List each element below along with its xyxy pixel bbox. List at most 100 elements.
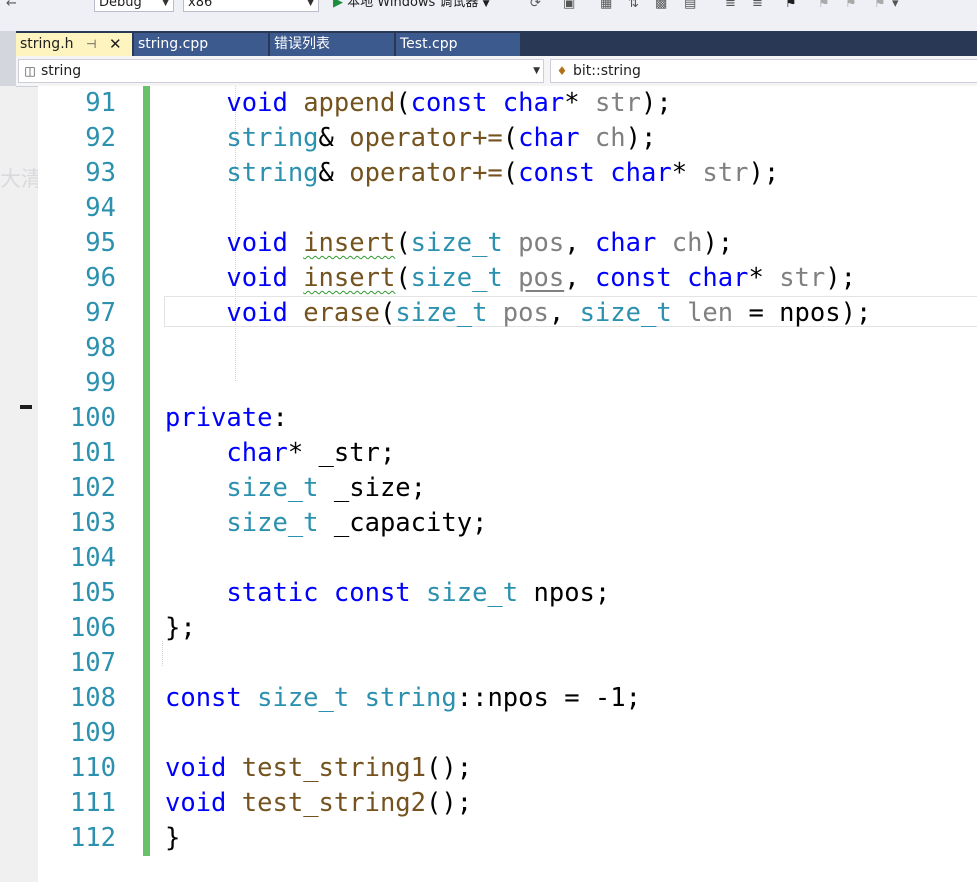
code-token: } [165, 823, 181, 853]
code-editor[interactable]: 91 void append(const char* str); 92 strin… [38, 86, 977, 882]
code-token: static [165, 578, 319, 608]
code-text: void append(const char* str); [165, 86, 671, 121]
indent-icon[interactable]: ≡ [752, 0, 763, 11]
code-token: , [564, 228, 595, 258]
code-line[interactable]: 109 [38, 716, 977, 751]
line-number: 91 [85, 88, 116, 118]
outline-collapse-marker[interactable] [20, 405, 32, 409]
code-token: ( [502, 123, 519, 153]
line-number: 92 [85, 123, 116, 153]
line-number: 101 [69, 438, 116, 468]
code-line[interactable]: 95 void insert(size_t pos, char ch); [38, 226, 977, 261]
tab-test-cpp[interactable]: Test.cpp [396, 33, 520, 56]
code-line[interactable]: 112} [38, 821, 977, 856]
code-line[interactable]: 110 void test_string1(); [38, 751, 977, 786]
code-token: (); [426, 788, 473, 818]
tab-string-h[interactable]: string.h ⊣ ✕ [16, 33, 132, 56]
code-text: void insert(size_t pos, const char* str)… [165, 261, 856, 296]
code-text: char* _str; [165, 436, 395, 471]
code-line[interactable]: 100 private: [38, 401, 977, 436]
step-icon[interactable]: ⇅ [628, 0, 639, 11]
line-number: 112 [69, 823, 116, 853]
line-number: 98 [85, 333, 116, 363]
code-token: void [165, 788, 227, 818]
platform-dropdown[interactable]: x86 ▼ [183, 0, 319, 12]
close-icon[interactable]: ✕ [109, 33, 122, 56]
next-bookmark-icon[interactable]: ⚑ [845, 0, 857, 11]
code-line[interactable]: 108 const size_t string::npos = -1; [38, 681, 977, 716]
line-number: 107 [69, 648, 116, 678]
clear-bookmarks-icon[interactable]: ⚑ [874, 0, 886, 11]
line-number: 103 [69, 508, 116, 538]
pin-icon[interactable]: ⊣ [86, 33, 96, 56]
code-line[interactable]: 106}; [38, 611, 977, 646]
code-token: char [687, 263, 749, 293]
code-token: ch [671, 228, 703, 258]
code-line[interactable]: 105 static const size_t npos; [38, 576, 977, 611]
outdent-icon[interactable]: ≡ [725, 0, 736, 11]
toolbar-overflow-icon[interactable]: ▾ [892, 0, 899, 11]
find-icon[interactable]: ▣ [563, 0, 575, 11]
code-text: string& operator+=(char ch); [165, 121, 656, 156]
grid-icon[interactable]: ▩ [655, 0, 667, 11]
code-token: const [594, 263, 672, 293]
code-token: const [518, 158, 595, 188]
code-line[interactable]: 107 [38, 646, 977, 681]
code-token: len [687, 298, 734, 328]
code-line[interactable]: 103 size_t _capacity; [38, 506, 977, 541]
code-token: string [364, 683, 457, 713]
code-line[interactable]: 102 size_t _size; [38, 471, 977, 506]
scope-dropdown[interactable]: ◫ string ▼ [18, 59, 544, 83]
solution-config-dropdown[interactable]: Debug ▼ [94, 0, 174, 12]
navigation-bar: ◫ string ▼ ♦ bit::string [16, 56, 977, 87]
code-token: char [610, 158, 672, 188]
line-number: 111 [69, 788, 116, 818]
code-token: ( [379, 298, 396, 328]
member-icon: ♦ [556, 64, 568, 78]
code-token: ); [825, 263, 856, 293]
dropdown-chevron-icon[interactable]: ˅ [36, 0, 43, 11]
platform-value: x86 [188, 0, 213, 10]
code-token: , [548, 298, 580, 328]
member-dropdown[interactable]: ♦ bit::string [550, 59, 977, 83]
code-token: pos [518, 228, 565, 258]
code-token: & [318, 158, 350, 188]
code-line[interactable]: 93 string& operator+=(const char* str); [38, 156, 977, 191]
code-line[interactable]: 92 string& operator+=(char ch); [38, 121, 977, 156]
code-line[interactable]: 96 void insert(size_t pos, const char* s… [38, 261, 977, 296]
bookmark-icon[interactable]: ⚑ [785, 0, 797, 11]
start-debugging-button[interactable]: ▶ 本地 Windows 调试器 ▼ [333, 0, 490, 12]
prev-bookmark-icon[interactable]: ⚑ [818, 0, 830, 11]
code-token: size_t [165, 508, 319, 538]
code-token: void [165, 298, 288, 328]
start-debugging-label: 本地 Windows 调试器 [347, 0, 479, 10]
code-line[interactable]: 91 void append(const char* str); [38, 86, 977, 121]
chevron-down-icon: ▼ [162, 0, 169, 8]
code-token: char [594, 228, 657, 258]
code-line[interactable]: 99 [38, 366, 977, 401]
code-line[interactable]: 98 [38, 331, 977, 366]
code-token: * [671, 158, 703, 188]
code-token: erase [303, 298, 380, 328]
code-token: ); [625, 123, 657, 153]
code-line[interactable]: 94 [38, 191, 977, 226]
code-line[interactable]: 101 char* _str; [38, 436, 977, 471]
back-arrow-icon[interactable]: ← [6, 0, 17, 11]
tab-string-cpp[interactable]: string.cpp [134, 33, 268, 56]
code-line[interactable]: 97 void erase(size_t pos, size_t len = n… [38, 296, 977, 331]
window-icon[interactable]: ▦ [600, 0, 612, 11]
tab-error-list[interactable]: 错误列表 [270, 33, 394, 56]
list-icon[interactable]: ▤ [684, 0, 696, 11]
code-token: & [318, 123, 350, 153]
code-line[interactable]: 104 [38, 541, 977, 576]
refresh-icon[interactable]: ⟳ [530, 0, 541, 11]
code-token: pos [518, 263, 565, 293]
code-line[interactable]: 111 void test_string2(); [38, 786, 977, 821]
code-token: char [518, 123, 580, 153]
code-text: static const size_t npos; [165, 576, 610, 611]
